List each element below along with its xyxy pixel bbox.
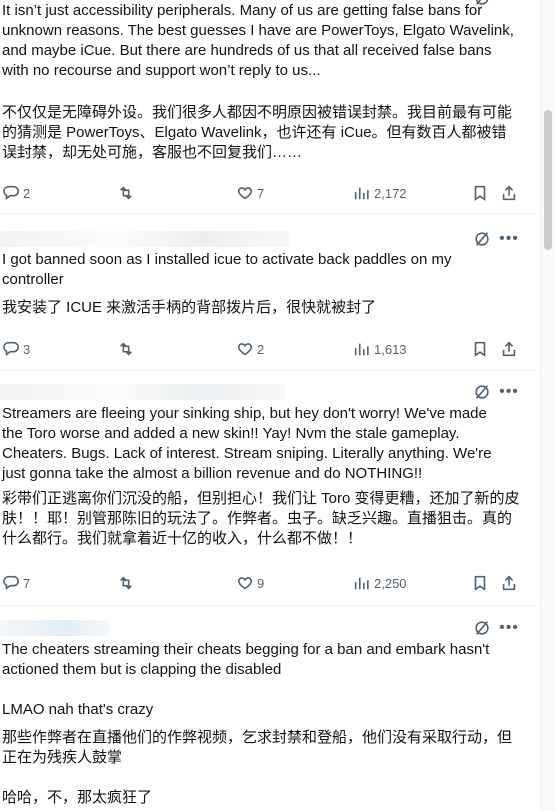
post-header: ••• xyxy=(0,618,538,640)
post-text-translation: 彩带们正逃离你们沉没的船，但别担心！我们让 Toro 变得更糟，还加了新的皮 肤… xyxy=(2,490,520,547)
reply-button[interactable]: 7 xyxy=(2,570,30,596)
bookmark-button[interactable] xyxy=(471,336,489,362)
like-button[interactable]: 7 xyxy=(236,180,264,206)
share-button[interactable] xyxy=(500,570,518,596)
more-icon[interactable]: ••• xyxy=(498,618,520,638)
share-button[interactable] xyxy=(500,336,518,362)
action-bar: 2 7 2,172 xyxy=(0,180,538,206)
repost-button[interactable] xyxy=(117,180,138,206)
views-icon xyxy=(354,577,369,590)
blurred-author xyxy=(0,231,290,247)
share-icon xyxy=(502,575,516,591)
like-button[interactable]: 9 xyxy=(236,570,264,596)
action-bar: 3 2 1,613 xyxy=(0,336,538,362)
views-icon xyxy=(354,343,369,356)
divider xyxy=(0,370,538,371)
action-bar: 7 9 2,250 xyxy=(0,570,538,596)
blurred-author xyxy=(0,384,285,400)
divider xyxy=(0,605,538,606)
repost-icon xyxy=(120,576,132,590)
reply-button[interactable]: 3 xyxy=(2,336,30,362)
bookmark-icon xyxy=(474,185,486,201)
divider xyxy=(0,214,538,215)
post-header: ••• xyxy=(0,229,538,251)
post-text-en: Streamers are fleeing your sinking ship,… xyxy=(2,405,492,482)
reply-icon xyxy=(3,185,19,201)
more-icon[interactable]: ••• xyxy=(498,229,520,249)
post-text-en: It isn’t just accessibility peripherals.… xyxy=(2,2,514,79)
bookmark-button[interactable] xyxy=(471,180,489,206)
repost-icon xyxy=(120,342,132,356)
post-text-translation: 我安装了 ICUE 来激活手柄的背部拨片后，很快就被封了 xyxy=(2,299,377,316)
bookmark-button[interactable] xyxy=(471,570,489,596)
share-icon xyxy=(502,341,516,357)
views-button[interactable]: 2,172 xyxy=(353,180,407,206)
reply-icon xyxy=(3,575,19,591)
grok-icon[interactable] xyxy=(472,618,492,638)
views-icon xyxy=(354,187,369,200)
reply-button[interactable]: 2 xyxy=(2,180,30,206)
bookmark-icon xyxy=(474,341,486,357)
views-button[interactable]: 2,250 xyxy=(353,570,407,596)
bookmark-icon xyxy=(474,575,486,591)
heart-icon xyxy=(237,343,253,356)
repost-button[interactable] xyxy=(117,336,138,362)
reply-icon xyxy=(3,341,19,357)
repost-icon xyxy=(120,186,132,200)
share-button[interactable] xyxy=(500,180,518,206)
heart-icon xyxy=(237,187,253,200)
grok-icon[interactable] xyxy=(472,229,492,249)
views-button[interactable]: 1,613 xyxy=(353,336,407,362)
like-button[interactable]: 2 xyxy=(236,336,264,362)
share-icon xyxy=(502,185,516,201)
reply-feed: ••• It isn’t just accessibility peripher… xyxy=(0,0,538,811)
blurred-author xyxy=(0,620,110,636)
grok-icon[interactable] xyxy=(472,382,492,402)
post-text-en: The cheaters streaming their cheats begg… xyxy=(2,641,490,718)
more-icon[interactable]: ••• xyxy=(498,382,520,402)
post-text-translation: 那些作弊者在直播他们的作弊视频，乞求封禁和登船，他们没有采取行动，但 正在为残疾… xyxy=(2,729,513,806)
post-text-en: I got banned soon as I installed icue to… xyxy=(2,251,452,288)
post-text-translation: 不仅仅是无障碍外设。我们很多人都因不明原因被错误封禁。我目前最有可能 的猜测是 … xyxy=(2,104,513,161)
repost-button[interactable] xyxy=(117,570,138,596)
heart-icon xyxy=(237,577,253,590)
scrollbar[interactable] xyxy=(540,0,555,811)
scrollbar-thumb[interactable] xyxy=(544,110,552,250)
post-header: ••• xyxy=(0,382,538,404)
